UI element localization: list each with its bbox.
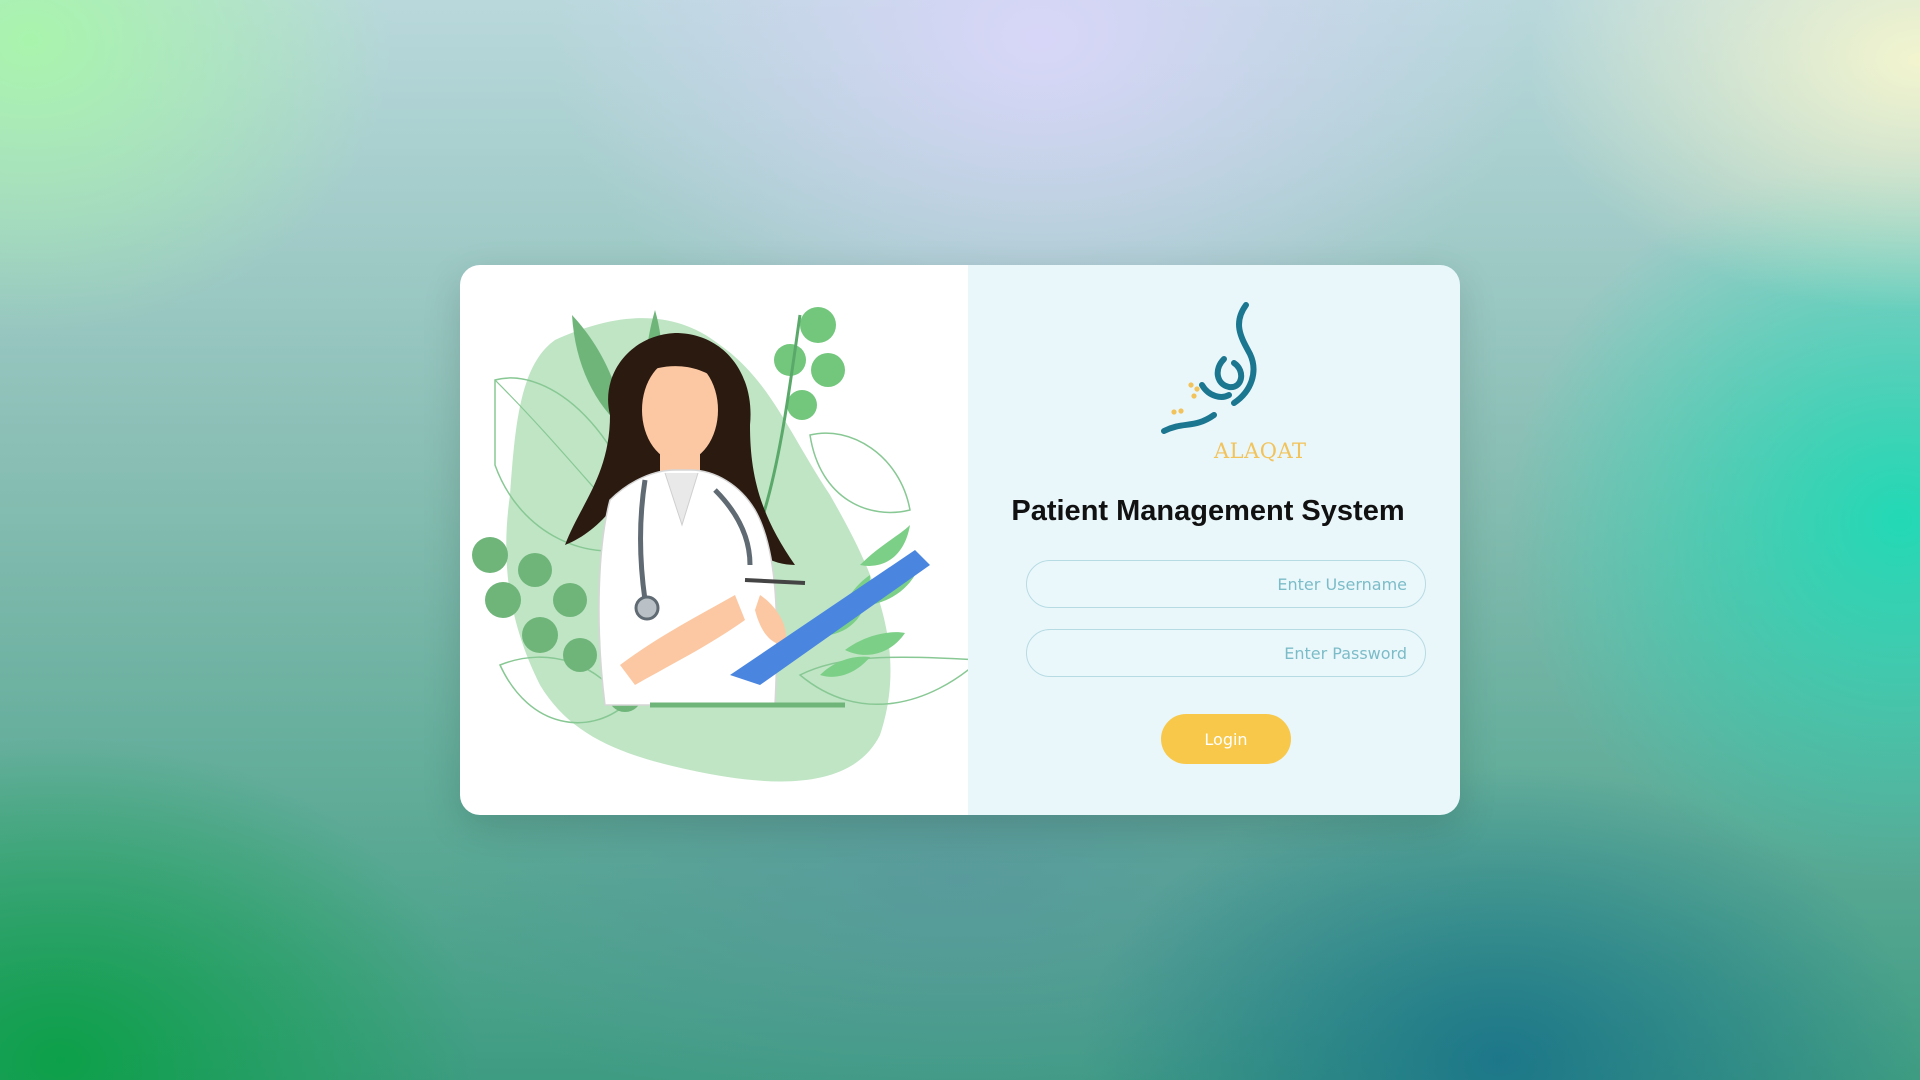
login-card: ALAQAT Patient Management System Login (460, 265, 1460, 815)
alaqat-logo-icon (1161, 302, 1257, 434)
brand-name: ALAQAT (1214, 439, 1307, 463)
username-input[interactable] (1026, 560, 1426, 608)
doctor-illustration (472, 307, 968, 782)
password-input[interactable] (1026, 629, 1426, 677)
login-button[interactable]: Login (1161, 714, 1291, 764)
login-panel: ALAQAT Patient Management System Login (968, 265, 1460, 815)
illustration-panel (460, 265, 968, 815)
page-title: Patient Management System (1011, 495, 1405, 527)
